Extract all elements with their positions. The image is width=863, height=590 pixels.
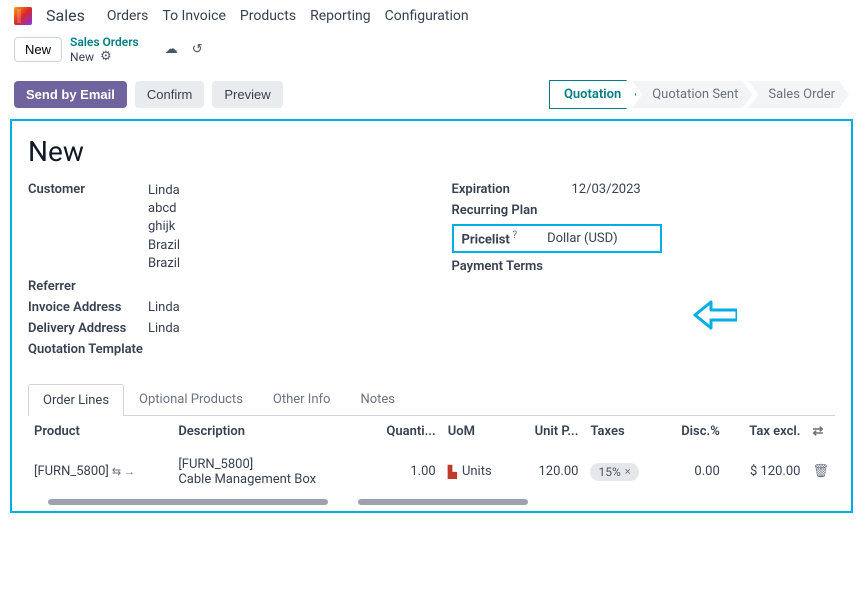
cell-discount[interactable]: 0.00 (661, 447, 726, 497)
cell-quantity[interactable]: 1.00 (363, 447, 441, 497)
nav-reporting[interactable]: Reporting (310, 8, 371, 24)
cell-tax-excl: $ 120.00 (726, 447, 807, 497)
new-button[interactable]: New (14, 37, 62, 62)
delivery-address-label: Delivery Address (28, 321, 148, 336)
cloud-save-icon[interactable]: ☁ (165, 42, 178, 57)
app-name[interactable]: Sales (46, 6, 85, 25)
recurring-plan-value[interactable] (572, 203, 836, 218)
tab-optional-products[interactable]: Optional Products (124, 383, 258, 415)
tab-order-lines[interactable]: Order Lines (28, 384, 124, 416)
th-uom[interactable]: UoM (442, 416, 513, 447)
page-title: New (28, 135, 835, 168)
th-taxes[interactable]: Taxes (584, 416, 661, 447)
tax-tag[interactable]: 15% × (590, 463, 638, 481)
annotation-arrow-icon (693, 300, 737, 334)
cell-unit-price[interactable]: 120.00 (513, 447, 584, 497)
quotation-template-value[interactable] (188, 342, 412, 357)
customer-value[interactable]: Linda abcd ghijk Brazil Brazil (148, 182, 412, 273)
pricelist-highlight: Pricelist ? Dollar (USD) (452, 224, 662, 253)
invoice-address-label: Invoice Address (28, 300, 148, 315)
app-logo (14, 7, 32, 25)
stage-sales-order[interactable]: Sales Order (748, 81, 849, 108)
nav-products[interactable]: Products (240, 8, 296, 24)
pricelist-value[interactable]: Dollar (USD) (547, 231, 618, 246)
tab-other-info[interactable]: Other Info (258, 383, 346, 415)
nav-configuration[interactable]: Configuration (385, 8, 469, 24)
recurring-plan-label: Recurring Plan (452, 203, 572, 218)
send-email-button[interactable]: Send by Email (14, 81, 127, 108)
quotation-template-label: Quotation Template (28, 342, 188, 357)
th-quantity[interactable]: Quanti... (363, 416, 441, 447)
delete-row-icon[interactable]: 🗑 (812, 464, 829, 479)
nav-orders[interactable]: Orders (107, 8, 149, 24)
external-link-icon[interactable]: → (124, 465, 135, 478)
th-tax-excl[interactable]: Tax excl. (726, 416, 807, 447)
horizontal-scrollbar[interactable] (28, 499, 835, 505)
th-unit-price[interactable]: Unit P... (513, 416, 584, 447)
expiration-value[interactable]: 12/03/2023 (572, 182, 836, 197)
stage-quotation[interactable]: Quotation (549, 80, 636, 109)
chart-icon: ▙ (448, 465, 457, 479)
nav-to-invoice[interactable]: To Invoice (162, 8, 226, 24)
gear-icon[interactable]: ⚙ (100, 49, 112, 64)
columns-options-icon[interactable]: ⇄ (812, 424, 823, 439)
th-discount[interactable]: Disc.% (661, 416, 726, 447)
cell-description[interactable]: [FURN_5800] Cable Management Box (172, 447, 363, 497)
breadcrumb-subtitle: New (70, 50, 94, 64)
invoice-address-value[interactable]: Linda (148, 300, 412, 315)
pricelist-label: Pricelist (462, 232, 510, 247)
th-product[interactable]: Product (28, 416, 172, 447)
cell-uom[interactable]: ▙ Units (448, 464, 492, 479)
th-description[interactable]: Description (172, 416, 363, 447)
cell-product-code[interactable]: [FURN_5800] (34, 464, 109, 479)
stage-quotation-sent[interactable]: Quotation Sent (632, 81, 752, 108)
preview-button[interactable]: Preview (212, 81, 282, 108)
confirm-button[interactable]: Confirm (135, 81, 205, 108)
internal-link-icon[interactable]: ⇆ (112, 465, 121, 478)
status-bar: Quotation Quotation Sent Sales Order (553, 80, 849, 109)
expiration-label: Expiration (452, 182, 572, 197)
payment-terms-label: Payment Terms (452, 259, 572, 274)
referrer-label: Referrer (28, 279, 148, 294)
delivery-address-value[interactable]: Linda (148, 321, 412, 336)
payment-terms-value[interactable] (572, 259, 836, 274)
discard-icon[interactable]: ↺ (192, 42, 203, 57)
referrer-value[interactable] (148, 279, 412, 294)
remove-tag-icon[interactable]: × (625, 465, 631, 478)
customer-label: Customer (28, 182, 148, 273)
tab-notes[interactable]: Notes (345, 383, 410, 415)
breadcrumb-title[interactable]: Sales Orders (70, 35, 139, 49)
table-row[interactable]: [FURN_5800] ⇆ → [FURN_5800] Cable Manage… (28, 447, 835, 497)
help-icon[interactable]: ? (510, 230, 517, 241)
